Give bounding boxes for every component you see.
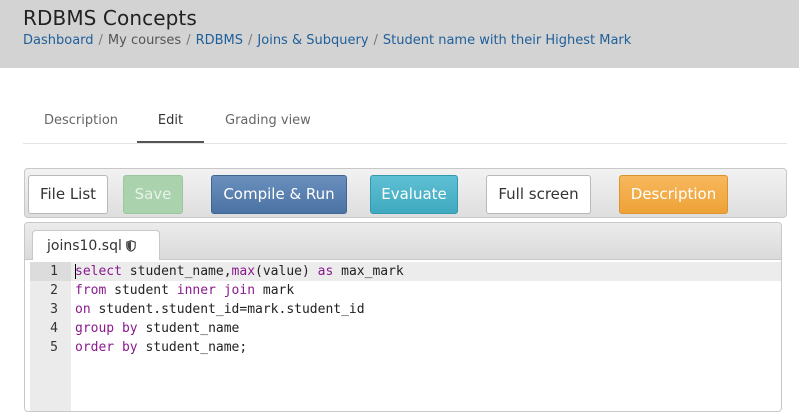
- shield-icon: [126, 233, 136, 263]
- sql-text: student_name,: [121, 264, 232, 279]
- breadcrumb-separator: /: [98, 33, 103, 48]
- description-button[interactable]: Description: [619, 175, 728, 214]
- line-number: 2: [50, 283, 58, 298]
- breadcrumb-my-courses: My courses: [107, 33, 182, 48]
- tab-description[interactable]: Description: [44, 100, 118, 142]
- breadcrumb-separator: /: [373, 33, 378, 48]
- sql-keyword: on: [75, 302, 91, 317]
- breadcrumb-separator: /: [248, 33, 253, 48]
- breadcrumb-current-activity[interactable]: Student name with their Highest Mark: [383, 33, 631, 48]
- sql-text: student: [106, 283, 177, 298]
- compile-run-button[interactable]: Compile & Run: [211, 175, 347, 214]
- sql-text: (value): [255, 264, 318, 279]
- sql-text: student.student_id=mark.student_id: [90, 302, 365, 317]
- save-button[interactable]: Save: [123, 175, 183, 214]
- sql-keyword: max: [231, 264, 256, 279]
- activity-tabs: Description Edit Grading view: [23, 100, 787, 144]
- file-list-button[interactable]: File List: [28, 175, 108, 214]
- sql-text: mark: [255, 283, 295, 298]
- file-tab-label: joins10.sql: [47, 238, 122, 254]
- evaluate-button[interactable]: Evaluate: [370, 175, 458, 214]
- code-line: on student.student_id=mark.student_id: [71, 300, 781, 319]
- line-number: 5: [50, 340, 58, 355]
- full-screen-button[interactable]: Full screen: [486, 175, 591, 214]
- code-line: order by student_name;: [71, 338, 781, 357]
- line-number: 1: [30, 262, 71, 281]
- code-line: select student_name,max(value) as max_ma…: [71, 262, 781, 281]
- tab-grading-view[interactable]: Grading view: [225, 100, 311, 142]
- page-title: RDBMS Concepts: [23, 6, 197, 30]
- sql-keyword: inner join: [176, 283, 256, 298]
- code-line: from student inner join mark: [71, 281, 781, 300]
- code-line: group by student_name: [71, 319, 781, 338]
- file-tab[interactable]: joins10.sql: [32, 230, 160, 260]
- file-tab-bar: joins10.sql: [25, 223, 781, 260]
- sql-keyword: order by: [75, 340, 138, 355]
- breadcrumb-rdbms[interactable]: RDBMS: [196, 33, 243, 48]
- sql-keyword: select: [75, 264, 122, 279]
- sql-keyword: as: [317, 264, 334, 279]
- text-cursor: [75, 264, 76, 279]
- breadcrumb-separator: /: [186, 33, 191, 48]
- page-header: RDBMS Concepts Dashboard / My courses / RDBM…: [0, 0, 799, 68]
- line-number: 3: [50, 302, 58, 317]
- breadcrumb: Dashboard / My courses / RDBMS / Joins & Subqu…: [23, 33, 631, 48]
- line-number: 4: [50, 321, 58, 336]
- breadcrumb-dashboard[interactable]: Dashboard: [23, 33, 94, 48]
- sql-keyword: from: [75, 283, 107, 298]
- editor-toolbar: File List Save Compile & Run Evaluate Fu…: [24, 168, 787, 218]
- breadcrumb-joins-subquery[interactable]: Joins & Subquery: [257, 33, 368, 48]
- sql-text: max_mark: [333, 264, 404, 279]
- sql-text: student_name;: [137, 340, 248, 355]
- sql-keyword: group by: [75, 321, 138, 336]
- code-editor-panel: joins10.sql 12345 select student_name,ma…: [24, 222, 782, 412]
- tab-edit[interactable]: Edit: [137, 100, 204, 143]
- sql-text: student_name: [137, 321, 240, 336]
- code-text-area[interactable]: select student_name,max(value) as max_ma…: [71, 262, 781, 411]
